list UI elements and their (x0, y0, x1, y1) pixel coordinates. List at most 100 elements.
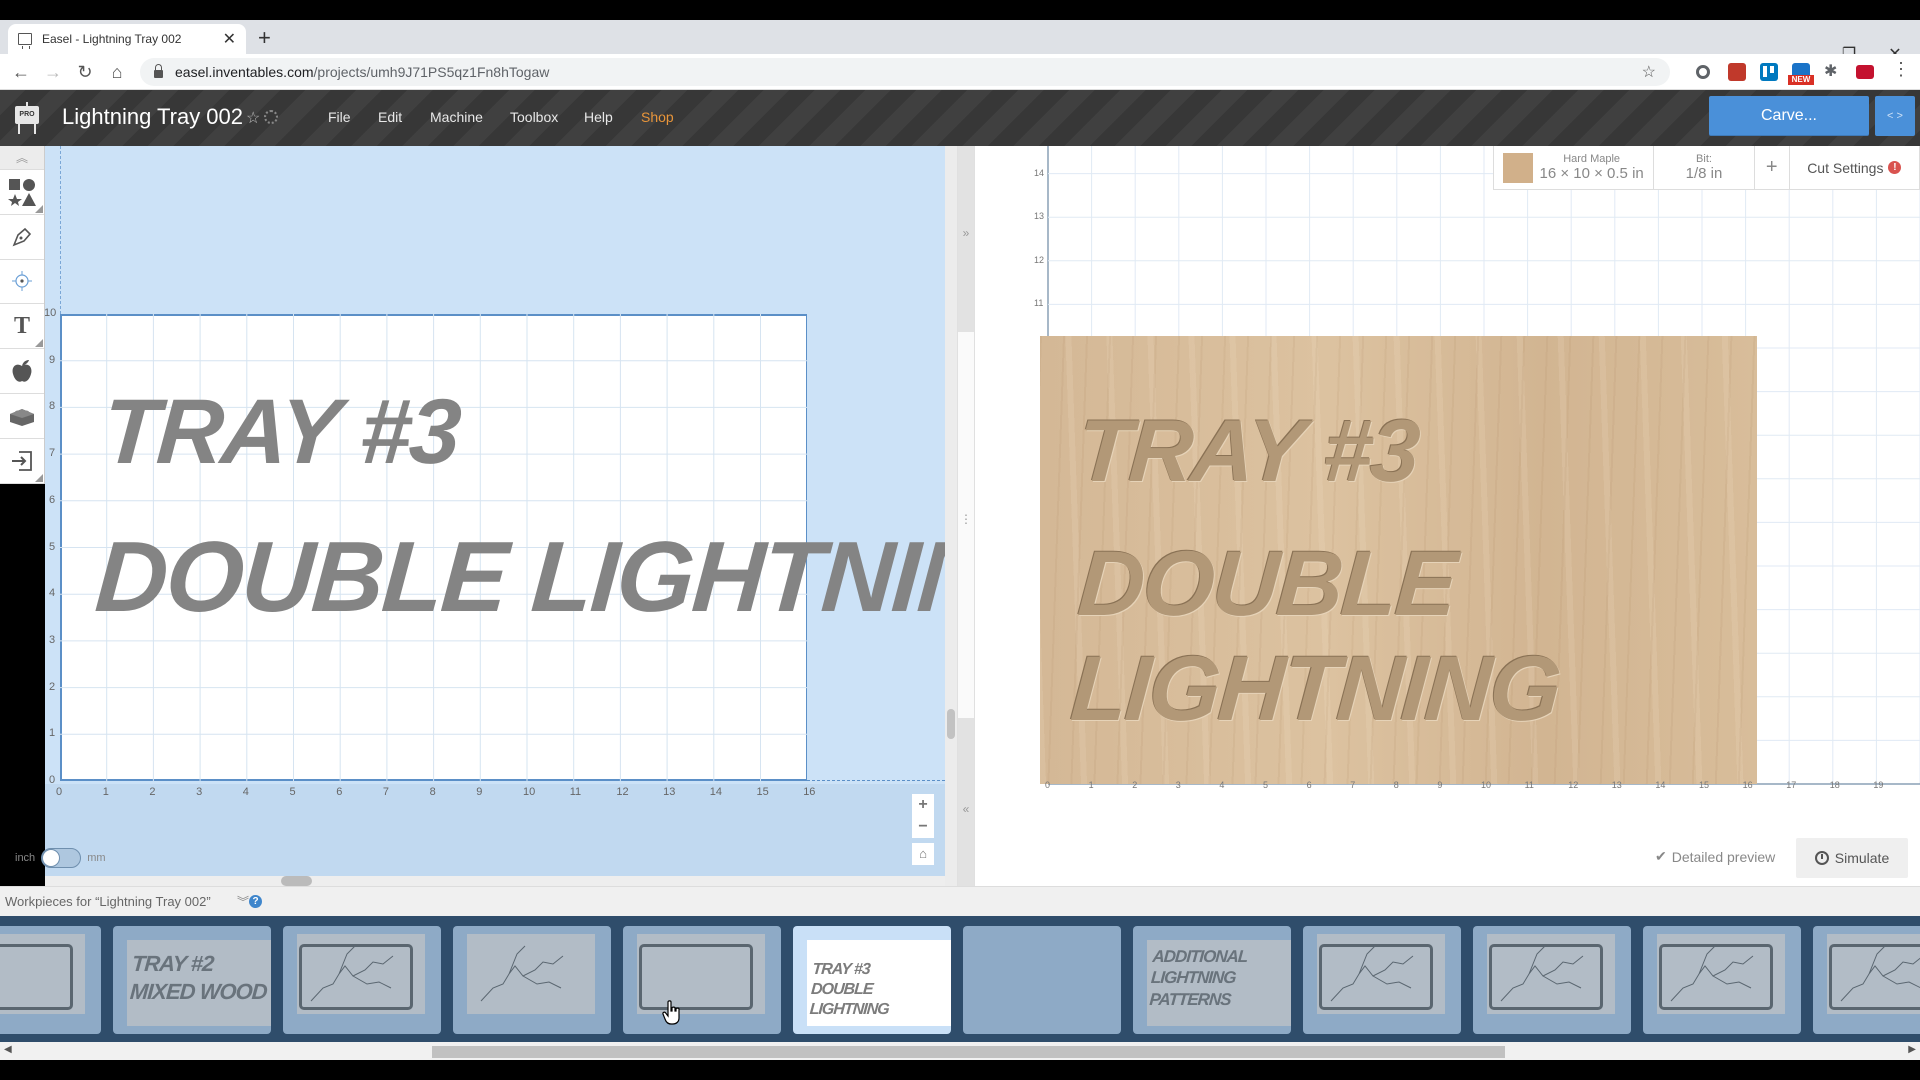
menu-edit[interactable]: Edit (378, 109, 402, 125)
workpiece-thumbnail[interactable] (623, 926, 781, 1034)
workpiece-thumbnail[interactable] (1813, 926, 1920, 1034)
address-bar[interactable]: easel.inventables.com/projects/umh9J71PS… (140, 58, 1670, 86)
favorite-star-icon[interactable]: ☆ (246, 108, 260, 128)
cut-settings-button[interactable]: Cut Settings ! (1790, 146, 1919, 189)
red-extension-icon[interactable] (1856, 65, 1874, 79)
workpieces-scrollbar[interactable]: ◀ ▶ (0, 1042, 1920, 1060)
hand-cursor-icon (662, 1000, 680, 1025)
scroll-right-arrow[interactable]: ▶ (1908, 1044, 1916, 1055)
menu-help[interactable]: Help (584, 109, 613, 125)
menu-toolbox[interactable]: Toolbox (510, 109, 558, 125)
point-tool[interactable] (0, 260, 44, 305)
x-tick-label: 15 (756, 786, 769, 798)
browser-tab-strip: Easel - Lightning Tray 002 ✕ + — ❐ ✕ (0, 20, 1920, 63)
help-icon[interactable]: ? (249, 895, 262, 908)
apps-tool[interactable] (0, 394, 44, 439)
screen-bottom-bar (0, 1060, 1920, 1080)
unit-toggle[interactable]: inch mm (15, 848, 106, 868)
menu-file[interactable]: File (328, 109, 351, 125)
text-tool[interactable]: T (0, 304, 44, 350)
design-text-line1[interactable]: TRAY #3 (99, 380, 462, 485)
detailed-preview-toggle[interactable]: ✔ Detailed preview (1655, 848, 1775, 865)
preview-x-tick-label: 9 (1437, 780, 1443, 790)
app-header: PRO Lightning Tray 002 ☆ File Edit Machi… (0, 90, 1920, 146)
scrollbar-thumb[interactable] (281, 876, 312, 886)
design-vertical-scrollbar[interactable] (945, 146, 957, 886)
icon-library-tool[interactable] (0, 349, 44, 394)
unit-switch[interactable] (41, 848, 82, 868)
scrollbar-thumb[interactable] (432, 1046, 1505, 1058)
collapse-tools-button[interactable]: ︽ (0, 146, 44, 170)
x-tick-label: 3 (196, 786, 203, 798)
back-button[interactable]: ← (8, 59, 34, 85)
preview-x-tick-label: 2 (1132, 780, 1138, 790)
bookmark-star-icon[interactable]: ☆ (1642, 62, 1656, 82)
puzzle-extension-icon[interactable]: ✱ (1824, 61, 1837, 81)
design-text-line2[interactable]: DOUBLE LIGHTNING (92, 520, 1068, 635)
workpiece-thumbnail[interactable]: TRAY #2 MIXED WOOD (113, 926, 271, 1034)
menu-shop[interactable]: Shop (641, 109, 674, 125)
fullscreen-arrows-icon[interactable]: < > (1875, 96, 1915, 136)
lightning-pattern-icon (310, 945, 394, 1002)
zoom-in-button[interactable]: + (912, 794, 934, 816)
resize-handle[interactable]: ⋮ (958, 332, 974, 718)
workpiece-thumbnail[interactable] (283, 926, 441, 1034)
lego-brick-icon (10, 408, 34, 426)
add-bit-button[interactable]: + (1755, 146, 1790, 189)
shapes-icon (8, 178, 36, 206)
workpiece-thumbnail[interactable] (1473, 926, 1631, 1034)
expand-design-button[interactable]: « (958, 718, 974, 886)
preview-y-tick-label: 12 (1034, 254, 1045, 265)
x-tick-label: 10 (523, 786, 536, 798)
x-tick-label: 1 (102, 786, 109, 798)
carve-button[interactable]: Carve... (1709, 96, 1869, 136)
reload-button[interactable]: ↻ (72, 59, 98, 85)
y-tick-label: 4 (49, 587, 56, 600)
chart-extension-icon[interactable] (1728, 63, 1746, 81)
shapes-tool[interactable] (0, 170, 44, 215)
menu-machine[interactable]: Machine (430, 109, 483, 125)
import-tool[interactable] (0, 439, 44, 484)
y-tick-label: 9 (49, 353, 56, 366)
workpiece-thumbnail[interactable] (1303, 926, 1461, 1034)
text-t-icon: T (13, 312, 30, 339)
workpiece-thumbnail[interactable] (0, 926, 101, 1034)
project-title[interactable]: Lightning Tray 002 (62, 104, 243, 130)
scroll-left-arrow[interactable]: ◀ (4, 1044, 12, 1055)
trello-extension-icon[interactable] (1760, 63, 1778, 81)
new-extension-icon[interactable]: NEW (1788, 63, 1814, 85)
easel-logo-icon[interactable]: PRO (12, 102, 42, 136)
bed-boundary-line (60, 146, 61, 314)
zoom-out-button[interactable]: − (912, 816, 934, 838)
workpiece-thumbnail[interactable] (1643, 926, 1801, 1034)
preview-x-tick-label: 11 (1524, 780, 1534, 790)
panel-divider[interactable]: » ⋮ « (957, 146, 975, 886)
material-selector[interactable]: Hard Maple 16 × 10 × 0.5 in (1494, 146, 1655, 189)
scrollbar-thumb[interactable] (947, 709, 955, 739)
workpiece-thumbnail[interactable] (963, 926, 1121, 1034)
tab-title: Easel - Lightning Tray 002 (42, 32, 182, 46)
simulate-button[interactable]: Simulate (1796, 838, 1908, 878)
home-button[interactable]: ⌂ (104, 59, 130, 85)
workpiece-thumbnail[interactable] (453, 926, 611, 1034)
design-horizontal-scrollbar[interactable] (45, 876, 950, 886)
browser-tab[interactable]: Easel - Lightning Tray 002 ✕ (8, 24, 246, 54)
chevron-down-icon[interactable]: ︾ (237, 893, 249, 910)
forward-button[interactable]: → (40, 59, 66, 85)
new-tab-button[interactable]: + (258, 24, 271, 52)
browser-menu-icon[interactable]: ⋮ (1892, 59, 1910, 80)
pen-tool[interactable] (0, 215, 44, 260)
import-arrow-icon (12, 450, 32, 471)
bed-boundary-line (807, 780, 945, 781)
unit-inch-label: inch (15, 852, 36, 864)
preview-x-tick-label: 7 (1350, 780, 1356, 790)
workpiece-thumbnail[interactable]: ADDITIONAL LIGHTNING PATTERNS (1133, 926, 1291, 1034)
bit-selector[interactable]: Bit: 1/8 in (1654, 146, 1755, 189)
expand-preview-button[interactable]: » (958, 146, 974, 332)
workpiece-thumbnail[interactable]: TRAY #3 DOUBLE LIGHTNING (793, 926, 951, 1034)
unit-mm-label: mm (87, 852, 106, 864)
circle-extension-icon[interactable] (1696, 65, 1710, 79)
material-bar: Hard Maple 16 × 10 × 0.5 in Bit: 1/8 in … (1493, 146, 1920, 190)
tab-close-icon[interactable]: ✕ (223, 29, 236, 49)
zoom-fit-home-button[interactable]: ⌂ (912, 843, 934, 865)
